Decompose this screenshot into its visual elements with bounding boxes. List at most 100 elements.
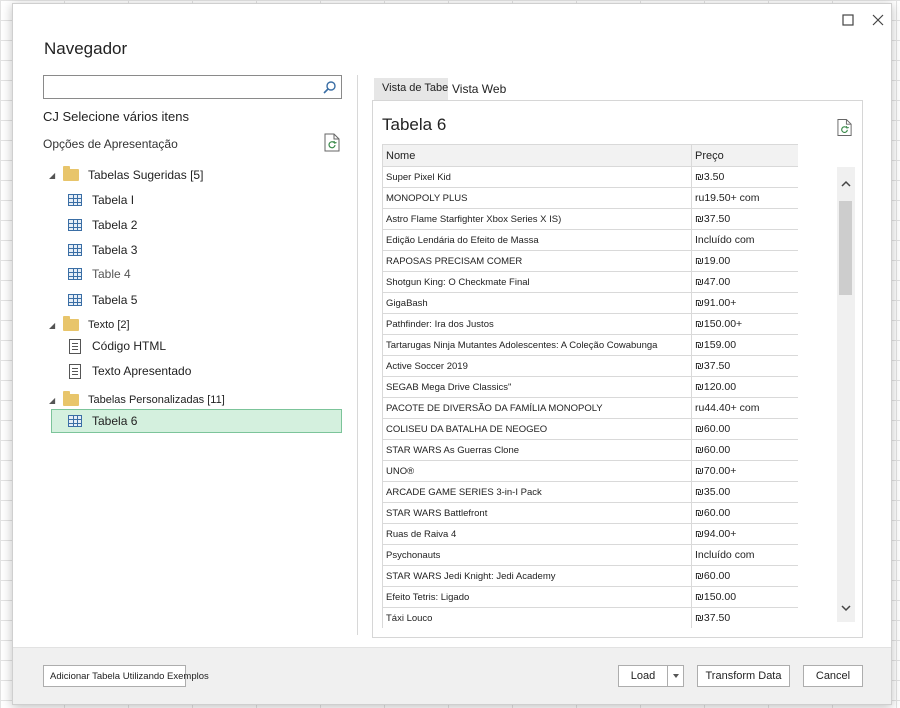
cell-price[interactable]: ru44.40+ com (691, 397, 798, 419)
cell-name[interactable]: Efeito Tetris: Ligado (382, 586, 692, 608)
table-row[interactable]: STAR WARS Jedi Knight: Jedi Academy ₪60.0… (382, 565, 798, 587)
cell-name[interactable]: STAR WARS Battlefront (382, 502, 692, 524)
table-row[interactable]: Pathfinder: Ira dos Justos ₪150.00+ (382, 313, 798, 335)
cell-name[interactable]: Tartarugas Ninja Mutantes Adolescentes: … (382, 334, 692, 356)
tree-item-tabela-2[interactable]: Tabela 2 (68, 213, 137, 237)
cell-price[interactable]: ₪94.00+ (691, 523, 798, 545)
cancel-button[interactable]: Cancel (803, 665, 863, 687)
table-row[interactable]: COLISEU DA BATALHA DE NEOGEO ₪60.00 (382, 418, 798, 440)
cell-price[interactable]: ₪120.00 (691, 376, 798, 398)
cell-price[interactable]: ru19.50+ com (691, 187, 798, 209)
table-row[interactable]: Super Pixel Kid ₪3.50 (382, 166, 798, 188)
transform-data-button[interactable]: Transform Data (697, 665, 790, 687)
cell-price[interactable]: ₪37.50 (691, 607, 798, 628)
table-row[interactable]: Edição Lendária do Efeito de Massa Incluí… (382, 229, 798, 251)
collapse-arrow-icon[interactable]: ◢ (49, 396, 61, 405)
tree-item-tabela-3[interactable]: Tabela 3 (68, 238, 137, 262)
cell-name[interactable]: RAPOSAS PRECISAM COMER (382, 250, 692, 272)
cell-name[interactable]: STAR WARS As Guerras Clone (382, 439, 692, 461)
cell-price[interactable]: ₪91.00+ (691, 292, 798, 314)
table-row[interactable]: Shotgun King: O Checkmate Final ₪47.00 (382, 271, 798, 293)
cell-price[interactable]: ₪37.50 (691, 355, 798, 377)
table-row[interactable]: SEGAB Mega Drive Classics" ₪120.00 (382, 376, 798, 398)
cell-price[interactable]: ₪150.00+ (691, 313, 798, 335)
cell-name[interactable]: Ruas de Raiva 4 (382, 523, 692, 545)
tree-item-html-code[interactable]: Código HTML (68, 334, 166, 358)
table-row[interactable]: Psychonauts Incluído com (382, 544, 798, 566)
table-row[interactable]: STAR WARS As Guerras Clone ₪60.00 (382, 439, 798, 461)
table-row[interactable]: Táxi Louco ₪37.50 (382, 607, 798, 628)
cell-name[interactable]: Super Pixel Kid (382, 166, 692, 188)
refresh-icon[interactable] (837, 118, 853, 137)
scrollbar-thumb[interactable] (839, 201, 852, 295)
table-row[interactable]: Active Soccer 2019 ₪37.50 (382, 355, 798, 377)
cell-name[interactable]: ARCADE GAME SERIES 3-in-I Pack (382, 481, 692, 503)
table-row[interactable]: Tartarugas Ninja Mutantes Adolescentes: … (382, 334, 798, 356)
cell-price[interactable]: ₪35.00 (691, 481, 798, 503)
table-row[interactable]: GigaBash ₪91.00+ (382, 292, 798, 314)
table-row[interactable]: PACOTE DE DIVERSÃO DA FAMÍLIA MONOPOLY ru… (382, 397, 798, 419)
cell-name[interactable]: SEGAB Mega Drive Classics" (382, 376, 692, 398)
cell-name[interactable]: Active Soccer 2019 (382, 355, 692, 377)
panel-splitter[interactable] (357, 75, 358, 635)
cell-name[interactable]: Pathfinder: Ira dos Justos (382, 313, 692, 335)
cell-name[interactable]: STAR WARS Jedi Knight: Jedi Academy (382, 565, 692, 587)
cell-price[interactable]: ₪60.00 (691, 418, 798, 440)
table-row[interactable]: STAR WARS Battlefront ₪60.00 (382, 502, 798, 524)
display-options[interactable]: Opções de Apresentação (43, 137, 178, 151)
cell-name[interactable]: UNO® (382, 460, 692, 482)
cell-price[interactable]: ₪47.00 (691, 271, 798, 293)
cell-price[interactable]: ₪37.50 (691, 208, 798, 230)
tree-item-displayed-text[interactable]: Texto Apresentado (68, 359, 191, 383)
table-row[interactable]: UNO® ₪70.00+ (382, 460, 798, 482)
cell-name[interactable]: Edição Lendária do Efeito de Massa (382, 229, 692, 251)
scroll-up-icon[interactable] (840, 178, 852, 190)
cell-name[interactable]: Astro Flame Starfighter Xbox Series X IS… (382, 208, 692, 230)
table-row[interactable]: ARCADE GAME SERIES 3-in-I Pack ₪35.00 (382, 481, 798, 503)
cell-name[interactable]: COLISEU DA BATALHA DE NEOGEO (382, 418, 692, 440)
cell-name[interactable]: MONOPOLY PLUS (382, 187, 692, 209)
cell-name[interactable]: Shotgun King: O Checkmate Final (382, 271, 692, 293)
add-table-using-examples-button[interactable]: Adicionar Tabela Utilizando Exemplos (43, 665, 209, 687)
select-multiple-items[interactable]: CJ Selecione vários itens (43, 109, 189, 124)
table-row[interactable]: Efeito Tetris: Ligado ₪150.00 (382, 586, 798, 608)
column-header-name[interactable]: Nome (382, 144, 692, 167)
cell-price[interactable]: ₪150.00 (691, 586, 798, 608)
table-row[interactable]: Ruas de Raiva 4 ₪94.00+ (382, 523, 798, 545)
load-button[interactable]: Load (618, 665, 668, 687)
search-icon[interactable] (322, 80, 337, 95)
search-input[interactable] (48, 77, 313, 97)
search-box[interactable] (43, 75, 342, 99)
tree-item-table-4[interactable]: Table 4 (68, 262, 131, 286)
tab-web-view[interactable]: Vista Web (448, 78, 506, 100)
cell-price[interactable]: ₪60.00 (691, 565, 798, 587)
collapse-arrow-icon[interactable]: ◢ (49, 321, 61, 330)
cell-price[interactable]: ₪70.00+ (691, 460, 798, 482)
cell-price[interactable]: ₪19.00 (691, 250, 798, 272)
cell-price[interactable]: ₪3.50 (691, 166, 798, 188)
table-row[interactable]: MONOPOLY PLUS ru19.50+ com (382, 187, 798, 209)
cell-price[interactable]: ₪60.00 (691, 502, 798, 524)
close-icon[interactable] (869, 11, 887, 29)
tree-item-tabela-6[interactable]: Tabela 6 (51, 409, 342, 433)
cell-name[interactable]: Táxi Louco (382, 607, 692, 628)
collapse-arrow-icon[interactable]: ◢ (49, 171, 61, 180)
refresh-icon[interactable] (324, 133, 341, 152)
tab-table-view[interactable]: Vista de Tabela (374, 78, 448, 100)
maximize-icon[interactable] (839, 11, 857, 29)
vertical-scrollbar[interactable] (837, 167, 855, 622)
cell-price[interactable]: ₪159.00 (691, 334, 798, 356)
column-header-price[interactable]: Preço (691, 144, 798, 167)
cell-price[interactable]: Incluído com (691, 544, 798, 566)
table-row[interactable]: RAPOSAS PRECISAM COMER ₪19.00 (382, 250, 798, 272)
load-dropdown-button[interactable] (667, 665, 684, 687)
scroll-down-icon[interactable] (840, 602, 852, 614)
cell-price[interactable]: ₪60.00 (691, 439, 798, 461)
table-row[interactable]: Astro Flame Starfighter Xbox Series X IS… (382, 208, 798, 230)
tree-item-tabela-5[interactable]: Tabela 5 (68, 288, 137, 312)
tree-folder-suggested[interactable]: ◢ Tabelas Sugeridas [5] (49, 163, 203, 187)
cell-name[interactable]: PACOTE DE DIVERSÃO DA FAMÍLIA MONOPOLY (382, 397, 692, 419)
cell-price[interactable]: Incluído com (691, 229, 798, 251)
cell-name[interactable]: Psychonauts (382, 544, 692, 566)
tree-item-tabela-1[interactable]: Tabela I (68, 188, 134, 212)
